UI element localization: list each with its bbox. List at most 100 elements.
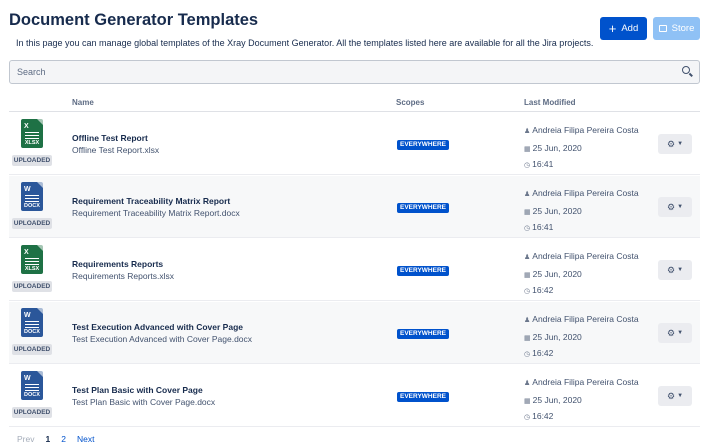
modified-time: ◷ 16:41 — [524, 159, 553, 169]
file-lines — [25, 132, 39, 139]
scope-badge: EVERYWHERE — [397, 140, 449, 150]
table-row: X XLSX UPLOADED Offline Test Report Offline … — [9, 113, 700, 175]
modified-time: ◷ 16:42 — [524, 285, 553, 295]
chevron-down-icon: ▼ — [677, 393, 684, 399]
file-letter: W — [24, 375, 31, 382]
pagination-page-2[interactable]: 2 — [61, 434, 66, 444]
uploaded-badge: UPLOADED — [12, 155, 52, 166]
scope-badge: EVERYWHERE — [397, 266, 449, 276]
time-value: 16:42 — [532, 411, 554, 421]
file-extension: DOCX — [24, 203, 40, 209]
modified-time: ◷ 16:42 — [524, 348, 553, 358]
file-fold — [37, 119, 43, 125]
pagination: Prev 1 2 Next — [17, 434, 94, 444]
date-value: 25 Jun, 2020 — [532, 206, 582, 216]
gear-icon: ⚙ — [666, 327, 676, 338]
template-name: Offline Test Report — [72, 133, 148, 143]
xlsx-file-icon: X XLSX — [21, 119, 43, 148]
user-icon: ♟ — [524, 191, 531, 198]
time-value: 16:42 — [532, 285, 554, 295]
chevron-down-icon: ▼ — [677, 141, 684, 147]
author-name: Andreia Filipa Pereira Costa — [532, 125, 639, 135]
row-actions-dropdown[interactable]: ⚙ ▼ — [658, 386, 692, 406]
table-row: X XLSX UPLOADED Requirements Reports Require… — [9, 239, 700, 301]
author-name: Andreia Filipa Pereira Costa — [532, 377, 639, 387]
store-icon — [658, 25, 667, 32]
modified-author: ♟ Andreia Filipa Pereira Costa — [524, 377, 639, 387]
column-header-name[interactable]: Name — [72, 98, 94, 107]
date-value: 25 Jun, 2020 — [532, 395, 582, 405]
gear-icon: ⚙ — [666, 138, 676, 149]
pagination-page-1[interactable]: 1 — [45, 434, 50, 444]
modified-date: ▦ 25 Jun, 2020 — [524, 206, 582, 216]
table-row: W DOCX UPLOADED Test Plan Basic with Cover … — [9, 365, 700, 427]
author-name: Andreia Filipa Pereira Costa — [532, 251, 639, 261]
date-value: 25 Jun, 2020 — [532, 269, 582, 279]
file-letter: X — [24, 123, 29, 130]
clock-icon: ◷ — [524, 414, 531, 421]
modified-time: ◷ 16:42 — [524, 411, 553, 421]
chevron-down-icon: ▼ — [677, 204, 684, 210]
docx-file-icon: W DOCX — [21, 371, 43, 400]
table-header-divider — [9, 111, 700, 112]
template-name: Requirements Reports — [72, 259, 164, 269]
gear-icon: ⚙ — [666, 264, 676, 275]
date-value: 25 Jun, 2020 — [532, 332, 582, 342]
xlsx-file-icon: X XLSX — [21, 245, 43, 274]
search-icon[interactable] — [682, 66, 690, 74]
modified-date: ▦ 25 Jun, 2020 — [524, 269, 582, 279]
file-extension: XLSX — [24, 140, 40, 146]
user-icon: ♟ — [524, 380, 531, 387]
table-row: W DOCX UPLOADED Test Execution Advanced wit… — [9, 302, 700, 364]
modified-time: ◷ 16:41 — [524, 222, 553, 232]
column-header-last-modified[interactable]: Last Modified — [524, 98, 576, 107]
docx-file-icon: W DOCX — [21, 182, 43, 211]
user-icon: ♟ — [524, 317, 531, 324]
template-filename: Requirements Reports.xlsx — [72, 271, 175, 281]
page-description: In this page you can manage global templ… — [16, 38, 594, 48]
row-actions-dropdown[interactable]: ⚙ ▼ — [658, 134, 692, 154]
template-name: Test Plan Basic with Cover Page — [72, 385, 203, 395]
row-actions-dropdown[interactable]: ⚙ ▼ — [658, 260, 692, 280]
clock-icon: ◷ — [524, 288, 531, 295]
row-actions-dropdown[interactable]: ⚙ ▼ — [658, 197, 692, 217]
row-actions-dropdown[interactable]: ⚙ ▼ — [658, 323, 692, 343]
modified-date: ▦ 25 Jun, 2020 — [524, 332, 582, 342]
add-template-button[interactable]: + Add — [600, 17, 647, 40]
column-header-scopes[interactable]: Scopes — [396, 98, 424, 107]
author-name: Andreia Filipa Pereira Costa — [532, 314, 639, 324]
add-button-label: Add — [621, 23, 639, 34]
pagination-next[interactable]: Next — [77, 434, 94, 444]
scope-badge: EVERYWHERE — [397, 203, 449, 213]
calendar-icon: ▦ — [524, 146, 531, 153]
uploaded-badge: UPLOADED — [12, 218, 52, 229]
calendar-icon: ▦ — [524, 398, 531, 405]
user-icon: ♟ — [524, 254, 531, 261]
time-value: 16:42 — [532, 348, 554, 358]
scope-badge: EVERYWHERE — [397, 329, 449, 339]
pagination-prev[interactable]: Prev — [17, 434, 34, 444]
calendar-icon: ▦ — [524, 272, 531, 279]
file-fold — [37, 182, 43, 188]
file-lines — [25, 258, 39, 265]
template-filename: Test Execution Advanced with Cover Page.… — [72, 334, 253, 344]
table-row: W DOCX UPLOADED Requirement Traceability Ma… — [9, 176, 700, 238]
file-extension: DOCX — [24, 329, 40, 335]
file-letter: X — [24, 249, 29, 256]
file-fold — [37, 308, 43, 314]
file-letter: W — [24, 186, 31, 193]
uploaded-badge: UPLOADED — [12, 344, 52, 355]
search-field[interactable]: Search — [9, 60, 700, 84]
store-button-label: Store — [671, 23, 695, 34]
store-button[interactable]: Store — [653, 17, 700, 40]
file-lines — [25, 195, 39, 202]
file-lines — [25, 321, 39, 328]
gear-icon: ⚙ — [666, 201, 676, 212]
template-filename: Test Plan Basic with Cover Page.docx — [72, 397, 216, 407]
calendar-icon: ▦ — [524, 335, 531, 342]
user-icon: ♟ — [524, 128, 531, 135]
calendar-icon: ▦ — [524, 209, 531, 216]
author-name: Andreia Filipa Pereira Costa — [532, 188, 639, 198]
clock-icon: ◷ — [524, 351, 531, 358]
template-name: Test Execution Advanced with Cover Page — [72, 322, 243, 332]
